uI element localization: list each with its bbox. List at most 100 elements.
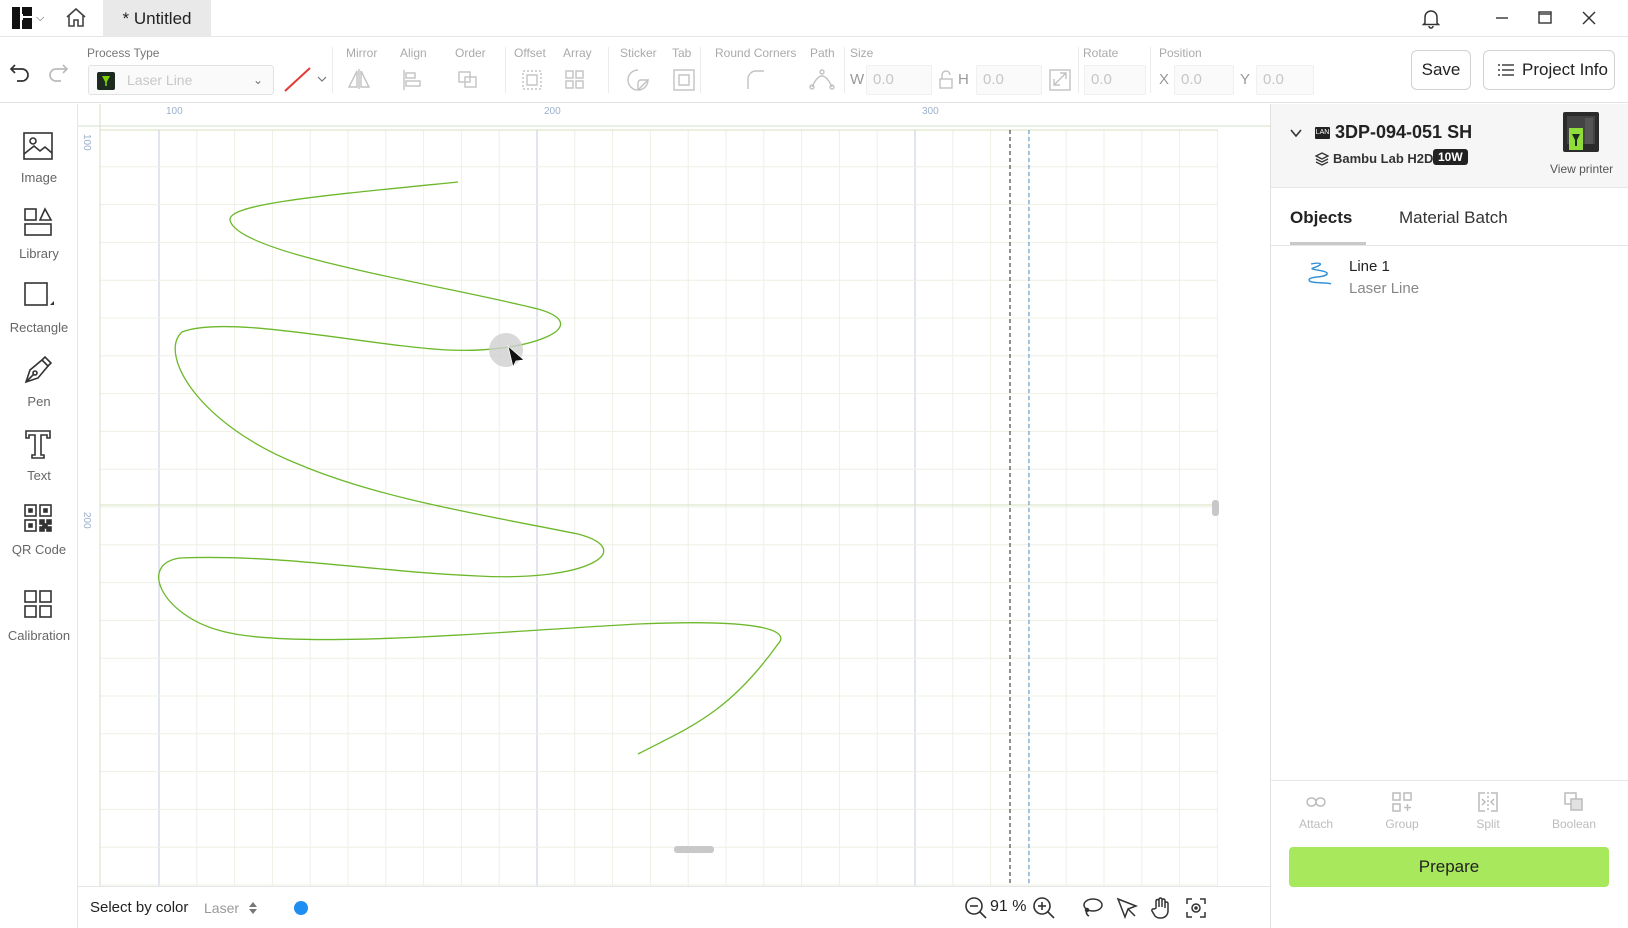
- rotate-input[interactable]: 0.0: [1084, 65, 1146, 95]
- printer-model: Bambu Lab H2D: [1333, 151, 1434, 166]
- prepare-button[interactable]: Prepare: [1289, 847, 1609, 887]
- layer-select[interactable]: Laser: [204, 900, 239, 916]
- hand-pan-icon[interactable]: [1149, 896, 1173, 920]
- order-icon[interactable]: [455, 67, 483, 93]
- separator: [505, 47, 506, 93]
- panel-tabs: Objects Material Batch: [1271, 188, 1628, 246]
- project-info-button[interactable]: Project Info: [1483, 50, 1615, 90]
- order-label: Order: [455, 46, 486, 60]
- tool-label: Image: [20, 170, 58, 185]
- undo-icon[interactable]: [8, 59, 32, 83]
- design-canvas[interactable]: 100 200 300 100 200: [78, 104, 1270, 886]
- layers-icon: [1315, 152, 1329, 166]
- close-window-icon[interactable]: [1575, 4, 1603, 32]
- printer-card[interactable]: LAN 3DP-094-051 SH Bambu Lab H2D 10W Vie…: [1271, 104, 1628, 188]
- process-type-select[interactable]: Laser Line ⌄: [88, 65, 274, 95]
- tool-label: Text: [27, 468, 51, 483]
- attach-button[interactable]: Attach: [1281, 791, 1351, 831]
- split-button[interactable]: Split: [1453, 791, 1523, 831]
- tab-material-batch[interactable]: Material Batch: [1399, 208, 1508, 228]
- tool-pen[interactable]: Pen: [0, 354, 78, 428]
- tool-qr-code[interactable]: QR Code: [0, 502, 78, 576]
- height-input[interactable]: 0.0: [976, 65, 1042, 95]
- rulers: 100 200 300 100 200: [78, 104, 1270, 886]
- app-menu-chevron-icon[interactable]: ⌵: [36, 12, 44, 25]
- zoom-out-icon[interactable]: [964, 896, 988, 920]
- scale-to-fit-icon[interactable]: [1046, 67, 1074, 93]
- ruler-left-label: 100: [81, 134, 92, 151]
- tab-objects[interactable]: Objects: [1290, 208, 1352, 228]
- tool-library[interactable]: Library: [0, 206, 78, 280]
- notification-bell-icon[interactable]: [1420, 7, 1442, 29]
- separator: [700, 47, 701, 93]
- offset-icon[interactable]: [518, 67, 546, 93]
- fit-to-view-icon[interactable]: [1184, 896, 1208, 920]
- tool-calibration[interactable]: Calibration: [0, 588, 78, 662]
- printer-name: 3DP-094-051 SH: [1335, 122, 1473, 142]
- tool-image[interactable]: Image: [0, 130, 78, 204]
- minimize-window-icon[interactable]: [1488, 4, 1516, 32]
- position-y-input[interactable]: 0.0: [1256, 65, 1314, 95]
- mirror-icon[interactable]: [346, 67, 374, 93]
- horizontal-scrollbar[interactable]: [674, 846, 714, 853]
- image-icon: [23, 132, 53, 160]
- project-info-label: Project Info: [1522, 60, 1608, 79]
- tool-label: Pen: [27, 394, 51, 409]
- position-label: Position: [1159, 46, 1202, 60]
- home-icon[interactable]: [64, 6, 88, 30]
- object-actions: Attach Group Split Boolean: [1271, 780, 1628, 844]
- pointer-select-icon[interactable]: [1115, 896, 1139, 920]
- rectangle-icon: [24, 282, 54, 306]
- separator: [332, 47, 333, 93]
- pos-x-axis: X: [1159, 71, 1170, 88]
- layer-color-dot[interactable]: [294, 901, 308, 915]
- sticker-icon[interactable]: [624, 67, 652, 93]
- library-icon: [24, 207, 53, 236]
- save-button[interactable]: Save: [1411, 50, 1471, 90]
- group-icon: [1392, 792, 1412, 812]
- view-printer-label[interactable]: View printer: [1550, 162, 1613, 176]
- text-icon: [25, 430, 51, 459]
- align-icon[interactable]: [400, 67, 428, 93]
- active-tab-indicator: [1290, 242, 1366, 245]
- group-button[interactable]: Group: [1367, 791, 1437, 831]
- lock-ratio-icon[interactable]: [936, 67, 956, 93]
- boolean-label: Boolean: [1551, 817, 1597, 831]
- array-icon[interactable]: [563, 67, 591, 93]
- chevron-down-icon[interactable]: [1289, 126, 1303, 140]
- round-corners-icon[interactable]: [742, 67, 770, 93]
- mirror-label: Mirror: [346, 46, 378, 60]
- lan-connection-badge: LAN: [1315, 127, 1330, 139]
- printer-icon[interactable]: [1561, 110, 1601, 156]
- boolean-icon: [1564, 792, 1583, 811]
- title-bar: ⌵ * Untitled: [0, 0, 1628, 37]
- path-icon[interactable]: [808, 67, 836, 93]
- stroke-color-picker[interactable]: [282, 65, 332, 95]
- document-tab[interactable]: * Untitled: [103, 0, 211, 37]
- tool-rectangle[interactable]: Rectangle: [0, 280, 78, 354]
- width-input[interactable]: 0.0: [866, 65, 932, 95]
- tool-label: Library: [19, 246, 59, 261]
- app-logo-icon[interactable]: [12, 7, 32, 29]
- redo-icon[interactable]: [46, 59, 70, 83]
- layer-stepper-icon[interactable]: [248, 901, 258, 915]
- position-x-input[interactable]: 0.0: [1174, 65, 1234, 95]
- ruler-left-label: 200: [81, 512, 92, 529]
- tab-tool-icon[interactable]: [670, 67, 698, 93]
- zoom-in-icon[interactable]: [1032, 896, 1056, 920]
- boolean-button[interactable]: Boolean: [1539, 791, 1609, 831]
- group-label: Group: [1385, 817, 1419, 831]
- tool-text[interactable]: Text: [0, 428, 78, 502]
- object-list-item[interactable]: Line 1 Laser Line: [1271, 250, 1628, 302]
- laser-line-path[interactable]: [158, 181, 782, 755]
- split-label: Split: [1476, 817, 1500, 831]
- lasso-select-icon[interactable]: [1080, 896, 1104, 920]
- laser-line-object-icon: [1308, 262, 1332, 285]
- vertical-scrollbar[interactable]: [1212, 500, 1219, 516]
- canvas-status-bar: Select by color Laser 91 %: [78, 886, 1270, 928]
- size-h-axis: H: [958, 71, 969, 88]
- maximize-window-icon[interactable]: [1531, 4, 1559, 32]
- tool-label: Rectangle: [9, 320, 69, 335]
- calibration-icon: [24, 590, 52, 618]
- ruler-top-label: 100: [166, 106, 183, 117]
